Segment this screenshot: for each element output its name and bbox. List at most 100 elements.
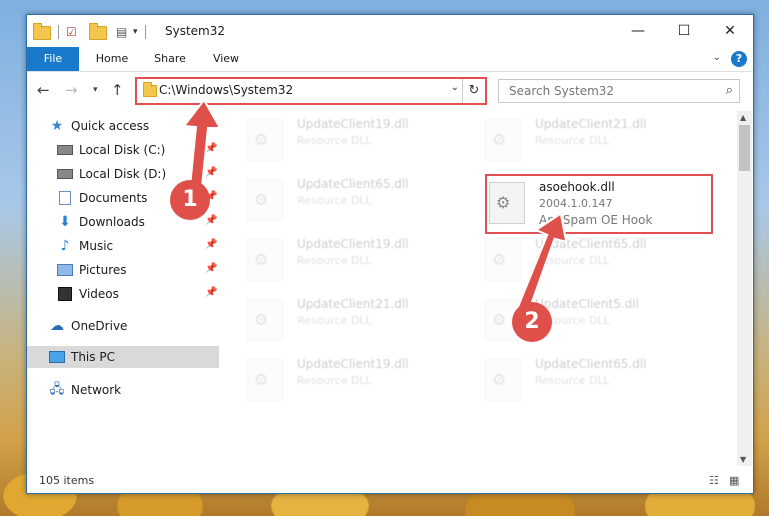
- large-icons-view-icon[interactable]: ▦: [729, 474, 743, 487]
- file-explorer-window: ☑ ▤ ▾ System32 — ☐ ✕ File Home Share Vie…: [26, 14, 754, 494]
- list-item[interactable]: UpdateClient19.dll Resource DLL: [247, 115, 477, 163]
- address-path[interactable]: C:\Windows\System32: [159, 83, 293, 97]
- customize-toolbar-icon[interactable]: ▤: [116, 25, 130, 39]
- details-view-icon[interactable]: ☷: [709, 474, 723, 487]
- sidebar-item-local-disk-d[interactable]: Local Disk (D:): [57, 163, 166, 185]
- dll-file-icon: [247, 239, 283, 281]
- dll-file-icon: [247, 299, 283, 341]
- dll-file-icon: [485, 119, 521, 161]
- up-arrow-icon[interactable]: ↑: [111, 81, 124, 99]
- pin-icon[interactable]: 📌: [205, 287, 217, 298]
- sidebar-item-label: Downloads: [79, 215, 145, 229]
- documents-icon: [57, 191, 73, 205]
- address-bar[interactable]: C:\Windows\System32 ⌄ ↻: [135, 77, 487, 105]
- search-box[interactable]: ⌕: [498, 79, 740, 103]
- file-description: Resource DLL: [535, 254, 610, 267]
- sidebar-item-label: Music: [79, 239, 114, 253]
- sidebar-item-pictures[interactable]: Pictures: [57, 259, 127, 281]
- file-name: UpdateClient65.dll: [535, 357, 647, 371]
- recent-locations-icon[interactable]: ▾: [93, 85, 98, 95]
- expand-ribbon-icon[interactable]: ⌄: [713, 52, 721, 63]
- window-title: System32: [165, 24, 226, 38]
- help-button[interactable]: ?: [731, 51, 747, 67]
- tab-file[interactable]: File: [27, 47, 79, 71]
- status-bar: 105 items ☷ ▦: [27, 469, 753, 493]
- sidebar-item-music[interactable]: ♪ Music: [57, 235, 114, 257]
- list-item[interactable]: UpdateClient21.dll Resource DLL: [247, 295, 477, 343]
- drive-icon: [57, 143, 73, 157]
- list-item[interactable]: UpdateClient19.dll Resource DLL: [247, 355, 477, 403]
- sidebar-item-network[interactable]: 🖧 Network: [49, 379, 121, 401]
- list-item[interactable]: UpdateClient19.dll Resource DLL: [247, 235, 477, 283]
- cloud-icon: ☁: [50, 318, 64, 334]
- back-arrow-icon[interactable]: ←: [37, 81, 50, 99]
- sidebar-item-this-pc[interactable]: This PC: [27, 346, 219, 368]
- file-description: Resource DLL: [535, 134, 610, 147]
- sidebar-item-label: Quick access: [71, 119, 150, 133]
- file-name: UpdateClient21.dll: [535, 117, 647, 131]
- list-item[interactable]: UpdateClient65.dll Resource DLL: [485, 235, 715, 283]
- navigation-pane: ★ Quick access Local Disk (C:) 📌 Local D…: [27, 111, 219, 466]
- callout-badge-1: 1: [170, 180, 210, 220]
- search-icon[interactable]: ⌕: [726, 83, 733, 98]
- sidebar-item-label: Local Disk (D:): [79, 167, 167, 181]
- sidebar-item-label: OneDrive: [71, 319, 128, 333]
- sidebar-item-quick-access[interactable]: ★ Quick access: [49, 115, 149, 137]
- sidebar-item-label: Pictures: [79, 263, 127, 277]
- dll-file-icon: [485, 359, 521, 401]
- callout-badge-2: 2: [512, 302, 552, 342]
- pictures-icon: [57, 263, 73, 277]
- sidebar-item-downloads[interactable]: ⬇ Downloads: [57, 211, 145, 233]
- pin-icon[interactable]: 📌: [205, 143, 217, 154]
- pin-icon[interactable]: 📌: [205, 263, 217, 274]
- file-name: UpdateClient19.dll: [297, 117, 409, 131]
- refresh-icon[interactable]: ↻: [462, 79, 485, 103]
- item-count: 105 items: [39, 474, 95, 487]
- title-bar: ☑ ▤ ▾ System32 — ☐ ✕: [27, 15, 753, 47]
- properties-icon[interactable]: ☑: [66, 25, 80, 39]
- file-description: Resource DLL: [297, 314, 372, 327]
- dll-file-icon: [489, 182, 525, 224]
- list-item[interactable]: UpdateClient21.dll Resource DLL: [485, 115, 715, 163]
- list-item-asoehook[interactable]: asoehook.dll 2004.1.0.147 AntiSpam OE Ho…: [489, 178, 719, 227]
- file-description: Resource DLL: [297, 254, 372, 267]
- navigation-bar: ← → ▾ ↑ C:\Windows\System32 ⌄ ↻ ⌕: [27, 73, 753, 107]
- scroll-up-icon[interactable]: ▲: [740, 113, 746, 122]
- sidebar-item-documents[interactable]: Documents: [57, 187, 147, 209]
- search-input[interactable]: [507, 83, 711, 99]
- sidebar-item-local-disk-c[interactable]: Local Disk (C:): [57, 139, 165, 161]
- network-icon: 🖧: [49, 382, 65, 397]
- tab-share[interactable]: Share: [145, 47, 195, 71]
- scroll-down-icon[interactable]: ▼: [740, 455, 746, 464]
- vertical-scrollbar[interactable]: ▲ ▼: [737, 111, 752, 466]
- file-name: UpdateClient65.dll: [297, 177, 409, 191]
- folder-icon[interactable]: [33, 23, 51, 40]
- sidebar-item-videos[interactable]: Videos: [57, 283, 119, 305]
- new-folder-icon[interactable]: [89, 23, 107, 40]
- maximize-button[interactable]: ☐: [661, 15, 707, 47]
- file-description: AntiSpam OE Hook: [539, 213, 653, 227]
- pin-icon[interactable]: 📌: [205, 239, 217, 250]
- pin-icon[interactable]: 📌: [205, 215, 217, 226]
- quick-access-toolbar: ☑ ▤ ▾: [33, 23, 150, 40]
- forward-arrow-icon[interactable]: →: [65, 81, 78, 99]
- list-item[interactable]: UpdateClient65.dll Resource DLL: [247, 175, 477, 223]
- dll-file-icon: [247, 359, 283, 401]
- tab-view[interactable]: View: [201, 47, 251, 71]
- star-icon: ★: [50, 118, 64, 134]
- scroll-thumb[interactable]: [739, 125, 750, 171]
- chevron-down-icon[interactable]: ⌄: [451, 82, 459, 93]
- sidebar-item-label: Videos: [79, 287, 119, 301]
- sidebar-item-onedrive[interactable]: ☁ OneDrive: [49, 315, 127, 337]
- chevron-down-icon[interactable]: ▾: [133, 27, 138, 37]
- tab-home[interactable]: Home: [87, 47, 137, 71]
- sidebar-item-label: This PC: [71, 350, 115, 364]
- pin-icon[interactable]: 📌: [205, 167, 217, 178]
- file-name: UpdateClient5.dll: [535, 297, 639, 311]
- file-list: UpdateClient19.dll Resource DLL UpdateCl…: [223, 111, 735, 466]
- downloads-icon: ⬇: [59, 214, 71, 230]
- close-button[interactable]: ✕: [707, 15, 753, 47]
- list-item[interactable]: UpdateClient65.dll Resource DLL: [485, 355, 715, 403]
- highlighted-file[interactable]: asoehook.dll 2004.1.0.147 AntiSpam OE Ho…: [485, 174, 713, 234]
- minimize-button[interactable]: —: [615, 15, 661, 47]
